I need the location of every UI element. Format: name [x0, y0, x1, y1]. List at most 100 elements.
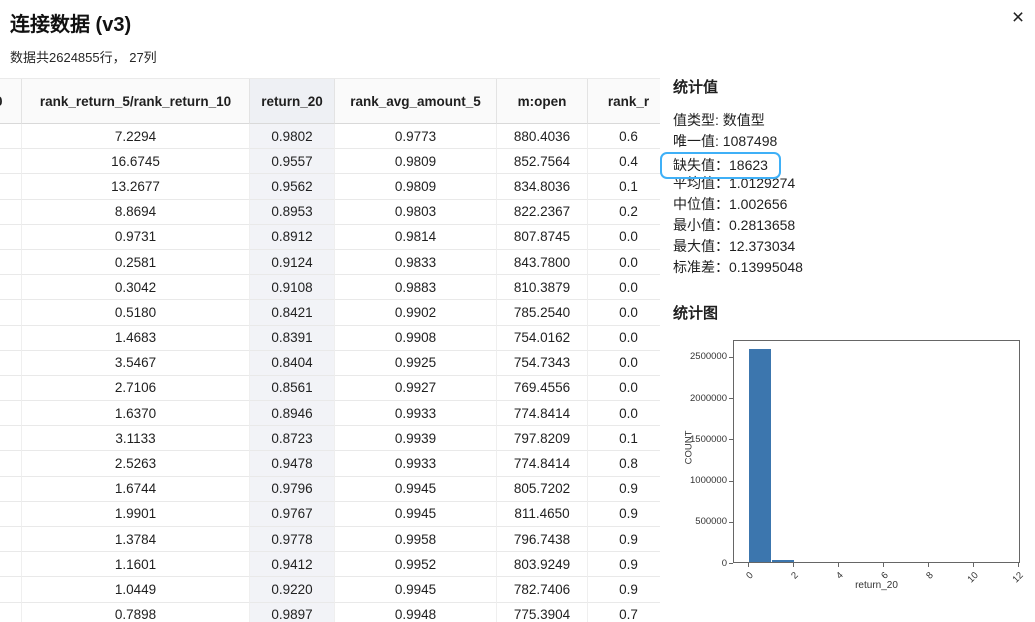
table-cell — [0, 552, 22, 577]
table-cell: 0.0 — [588, 326, 660, 351]
table-cell — [0, 577, 22, 602]
missing-value-highlight-box: 缺失值：18623 — [660, 152, 781, 179]
chart-section-title: 统计图 — [673, 302, 718, 323]
table-cell: 785.2540 — [497, 300, 588, 325]
table-cell: 0.9927 — [335, 376, 497, 401]
table-cell: 843.7800 — [497, 250, 588, 275]
table-cell: 2.5263 — [22, 451, 250, 476]
table-cell — [0, 250, 22, 275]
table-cell: 0.9902 — [335, 300, 497, 325]
table-cell: 0.9952 — [335, 552, 497, 577]
table-cell: 0.9802 — [250, 124, 335, 149]
stat-line: 最小值：0.2813658 — [673, 215, 1023, 236]
column-header-rank_avg_amount_5[interactable]: rank_avg_amount_5 — [335, 79, 497, 124]
table-cell: 13.2677 — [22, 174, 250, 199]
table-cell: 0.0 — [588, 275, 660, 300]
table-cell: 0.8953 — [250, 200, 335, 225]
table-cell: 0.9562 — [250, 174, 335, 199]
table-cell: 0.9557 — [250, 149, 335, 174]
stat-line: 值类型: 数值型 — [673, 110, 1023, 131]
y-tick-label: 500000 — [675, 516, 727, 527]
table-row: 13.26770.95620.9809834.80360.1 — [0, 174, 660, 199]
table-cell: 0.0 — [588, 351, 660, 376]
table-cell: 1.0449 — [22, 577, 250, 602]
table-row: 0.51800.84210.9902785.25400.0 — [0, 300, 660, 325]
x-axis-label: return_20 — [733, 580, 1020, 591]
histogram-bar — [772, 560, 794, 562]
table-cell: 782.7406 — [497, 577, 588, 602]
column-header-label: m:open — [518, 94, 567, 109]
table-cell: 0.9767 — [250, 502, 335, 527]
table-cell: 1.1601 — [22, 552, 250, 577]
table-row: 1.16010.94120.9952803.92490.9 — [0, 552, 660, 577]
x-tick-mark — [1018, 563, 1019, 567]
table-cell: 0.9948 — [335, 603, 497, 622]
x-tick-mark — [838, 563, 839, 567]
stat-line: 唯一值: 1087498 — [673, 131, 1023, 152]
table-cell: 0.9108 — [250, 275, 335, 300]
table-cell — [0, 149, 22, 174]
y-axis-label: COUNT — [684, 416, 695, 480]
table-cell: 0.9945 — [335, 477, 497, 502]
table-cell — [0, 477, 22, 502]
table-cell: 0.9945 — [335, 502, 497, 527]
table-cell: 0.3042 — [22, 275, 250, 300]
table-row: 1.37840.97780.9958796.74380.9 — [0, 527, 660, 552]
table-cell: 0.0 — [588, 300, 660, 325]
table-cell: 807.8745 — [497, 225, 588, 250]
table-cell: 852.7564 — [497, 149, 588, 174]
y-tick-label: 0 — [675, 558, 727, 569]
x-tick-mark — [793, 563, 794, 567]
data-preview-table[interactable]: 0 rank_return_5/rank_return_10return_20 ra… — [0, 78, 660, 622]
column-header-0[interactable]: 0 — [0, 79, 22, 124]
table-cell: 0.0 — [588, 225, 660, 250]
table-cell: 1.3784 — [22, 527, 250, 552]
page-title: 连接数据 (v3) — [10, 8, 131, 37]
table-cell: 0.0 — [588, 376, 660, 401]
table-cell: 796.7438 — [497, 527, 588, 552]
table-cell — [0, 376, 22, 401]
y-tick-label: 1500000 — [675, 434, 727, 445]
column-header-m-open[interactable]: m:open — [497, 79, 588, 124]
table-row: 3.11330.87230.9939797.82090.1 — [0, 426, 660, 451]
table-cell: 0.9731 — [22, 225, 250, 250]
table-cell: 811.4650 — [497, 502, 588, 527]
table-cell: 822.2367 — [497, 200, 588, 225]
table-cell: 880.4036 — [497, 124, 588, 149]
table-cell: 0.9945 — [335, 577, 497, 602]
table-cell: 0.9773 — [335, 124, 497, 149]
table-cell: 0.9908 — [335, 326, 497, 351]
y-tick-mark — [729, 481, 733, 482]
table-cell — [0, 426, 22, 451]
table-cell: 774.8414 — [497, 451, 588, 476]
table-cell: 0.9220 — [250, 577, 335, 602]
table-cell: 0.9925 — [335, 351, 497, 376]
table-row: 0.30420.91080.9883810.38790.0 — [0, 275, 660, 300]
table-cell: 0.8 — [588, 451, 660, 476]
table-row: 1.46830.83910.9908754.01620.0 — [0, 326, 660, 351]
table-cell: 0.9 — [588, 502, 660, 527]
table-cell — [0, 300, 22, 325]
y-tick-mark — [729, 357, 733, 358]
table-cell: 1.9901 — [22, 502, 250, 527]
y-tick-label: 2500000 — [675, 351, 727, 362]
column-header-return_20[interactable]: return_20 — [250, 79, 335, 124]
table-cell: 0.9833 — [335, 250, 497, 275]
column-header-label: rank_avg_amount_5 — [350, 94, 481, 109]
close-icon[interactable]: × — [1004, 4, 1032, 32]
table-body: 7.22940.98020.9773880.40360.616.67450.95… — [0, 124, 660, 622]
column-header-label: 0 — [0, 94, 3, 109]
table-cell: 810.3879 — [497, 275, 588, 300]
y-tick-mark — [729, 563, 733, 564]
column-header-rank_r[interactable]: rank_r — [588, 79, 660, 124]
table-cell: 0.9412 — [250, 552, 335, 577]
table-cell: 0.8723 — [250, 426, 335, 451]
table-row: 1.04490.92200.9945782.74060.9 — [0, 577, 660, 602]
table-row: 16.67450.95570.9809852.75640.4 — [0, 149, 660, 174]
table-cell: 0.8421 — [250, 300, 335, 325]
table-cell: 0.2 — [588, 200, 660, 225]
column-header-rank_return_5-rank_return_10[interactable]: rank_return_5/rank_return_10 — [22, 79, 250, 124]
table-cell: 0.8946 — [250, 401, 335, 426]
table-cell: 0.0 — [588, 250, 660, 275]
table-cell: 0.8561 — [250, 376, 335, 401]
